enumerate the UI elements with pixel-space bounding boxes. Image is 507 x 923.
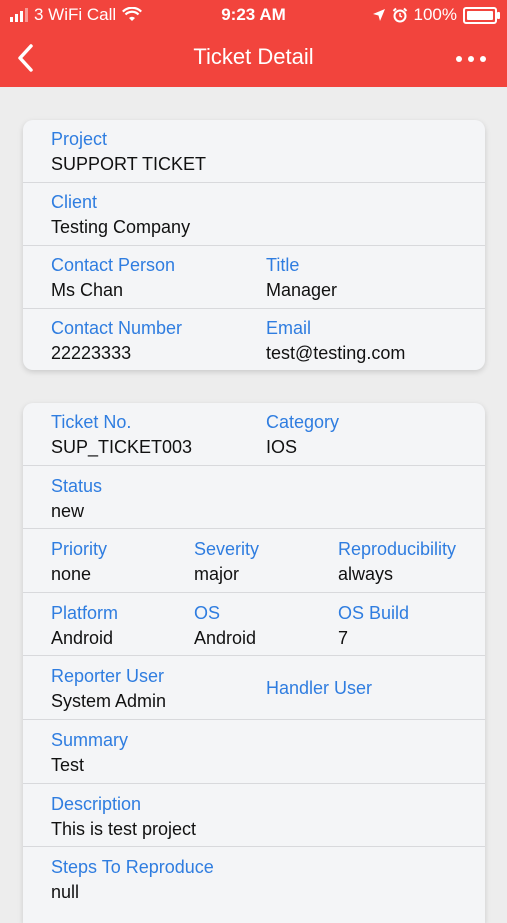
alarm-icon [392,7,407,23]
status-row: Status new [23,466,485,529]
steps-row: Steps To Reproduce null [23,847,485,923]
description-value: This is test project [51,819,197,839]
summary-label: Summary [51,730,129,750]
summary-value: Test [51,755,85,775]
contact-person-label: Contact Person [51,255,176,275]
nav-bar: Ticket Detail [0,30,507,87]
project-row: Project SUPPORT TICKET [23,120,485,183]
email-value: test@testing.com [266,343,406,363]
reporter-row: Reporter User System Admin Handler User [23,656,485,720]
contact-person-value: Ms Chan [51,280,124,300]
battery-icon [463,6,500,24]
reproducibility-value: always [338,564,394,584]
handler-user-label: Handler User [266,678,373,698]
client-value: Testing Company [51,217,191,237]
priority-row: Priority none Severity major Reproducibi… [23,529,485,593]
platform-row: Platform Android OS Android OS Build 7 [23,593,485,656]
os-build-label: OS Build [338,603,410,623]
location-arrow-icon [372,9,385,21]
priority-value: none [51,564,92,584]
ticket-info-card: Ticket No. SUP_TICKET003 Category IOS St… [23,403,485,923]
ticket-no-label: Ticket No. [51,412,132,432]
contact-person-row: Contact Person Ms Chan Title Manager [23,246,485,309]
title-label: Title [266,255,300,275]
page-title: Ticket Detail [193,44,314,69]
ticket-no-value: SUP_TICKET003 [51,437,193,457]
contact-number-row: Contact Number 22223333 Email test@testi… [23,309,485,370]
platform-value: Android [51,628,114,648]
os-value: Android [194,628,257,648]
status-label: Status [51,476,103,496]
reporter-user-label: Reporter User [51,666,165,686]
description-row: Description This is test project [23,784,485,847]
steps-label: Steps To Reproduce [51,857,214,877]
severity-value: major [194,564,240,584]
title-value: Manager [266,280,338,300]
severity-label: Severity [194,539,260,559]
more-icon [456,56,462,62]
os-label: OS [194,603,221,623]
project-value: SUPPORT TICKET [51,154,207,174]
reproducibility-label: Reproducibility [338,539,457,559]
contact-number-label: Contact Number [51,318,183,338]
category-label: Category [266,412,340,432]
client-label: Client [51,192,98,212]
summary-row: Summary Test [23,720,485,784]
client-info-card: Project SUPPORT TICKET Client Testing Co… [23,120,485,370]
top-bar: 3 WiFi Call 9:23 AM 100% Ticket Detail [0,0,507,87]
project-label: Project [51,129,108,149]
ticket-no-row: Ticket No. SUP_TICKET003 Category IOS [23,403,485,466]
battery-percent: 100% [413,5,457,24]
status-value: new [51,501,85,521]
reporter-user-value: System Admin [51,691,167,711]
contact-number-value: 22223333 [51,343,132,363]
priority-label: Priority [51,539,108,559]
email-label: Email [266,318,312,338]
description-label: Description [51,794,142,814]
more-button[interactable] [451,44,491,74]
os-build-value: 7 [338,628,349,648]
client-row: Client Testing Company [23,183,485,246]
platform-label: Platform [51,603,119,623]
category-value: IOS [266,437,298,457]
status-bar: 3 WiFi Call 9:23 AM 100% [0,0,507,30]
